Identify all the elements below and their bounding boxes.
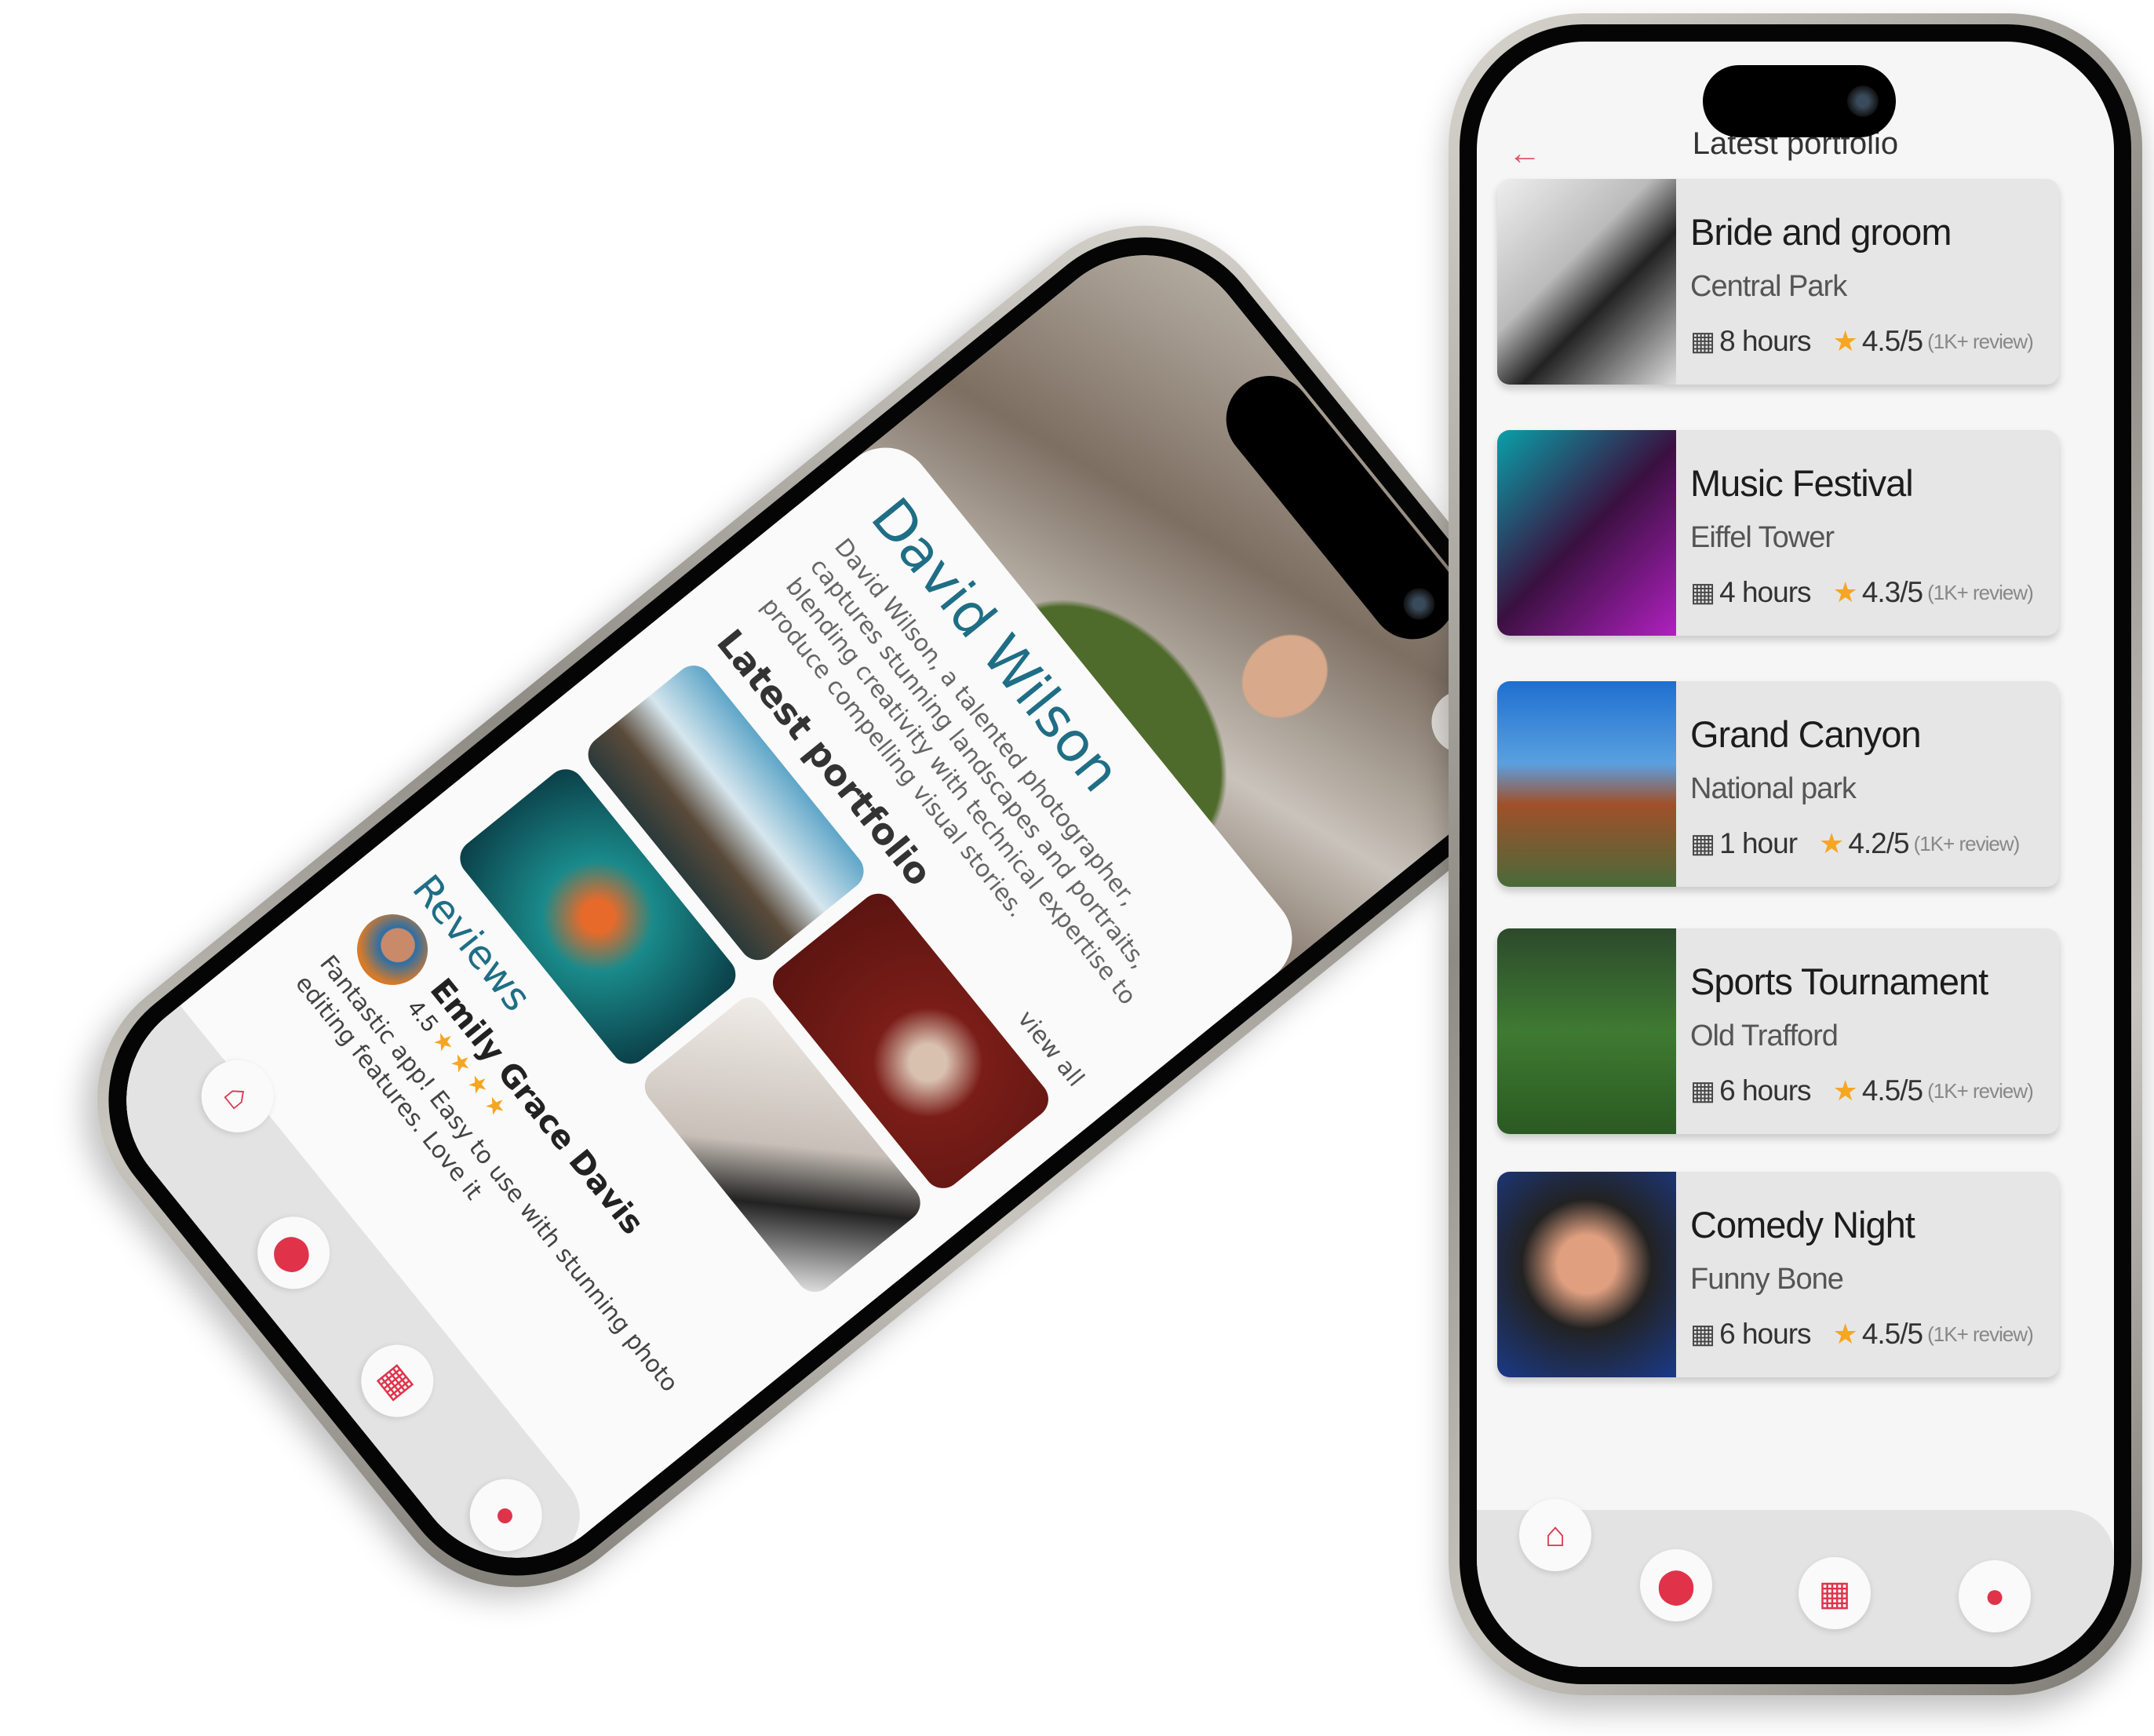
card-title: Grand Canyon — [1690, 713, 1922, 755]
card-rating: 4.5/5 — [1861, 1074, 1923, 1107]
card-title: Music Festival — [1690, 462, 1914, 504]
calendar-icon: ▦ — [1690, 578, 1715, 607]
portfolio-card[interactable]: Comedy Night Funny Bone ▦ 6 hours ★ 4.5/5 (1… — [1497, 1172, 2059, 1377]
card-reviews: (1K+ review) — [1913, 831, 2021, 855]
card-rating: 4.2/5 — [1848, 827, 1909, 859]
calendar-icon[interactable]: ▦ — [346, 1329, 448, 1432]
portfolio-card[interactable]: Sports Tournament Old Trafford ▦ 6 hours ★… — [1497, 928, 2059, 1134]
calendar-icon: ▦ — [1690, 1076, 1715, 1106]
card-duration: 6 hours — [1719, 1074, 1811, 1107]
star-icon: ★ — [1832, 1318, 1858, 1350]
profile-screen: ↖ David Wilson David Wilson, a talented … — [82, 211, 1580, 1602]
portfolio-thumbnail — [1497, 1172, 1676, 1377]
portfolio-thumbnail — [1497, 430, 1676, 636]
calendar-icon: ▦ — [1690, 1319, 1715, 1349]
card-rating: 4.5/5 — [1861, 1318, 1923, 1350]
left-phone: ↖ David Wilson David Wilson, a talented … — [42, 171, 1620, 1642]
portfolio-screen: ← Latest portfolio Bride and groom Centr… — [1477, 42, 2114, 1667]
calendar-icon: ▦ — [1690, 829, 1715, 859]
card-location: Eiffel Tower — [1690, 521, 1835, 554]
calendar-icon: ▦ — [1690, 326, 1715, 356]
card-reviews: (1K+ review) — [1927, 1322, 2034, 1346]
dynamic-island — [1703, 65, 1896, 137]
card-title: Bride and groom — [1690, 211, 1952, 253]
user-icon[interactable]: ● — [1959, 1560, 2031, 1632]
card-meta: ▦ 1 hour ★ 4.2/5 (1K+ review) — [1690, 827, 2021, 860]
card-title: Sports Tournament — [1690, 961, 1988, 1002]
portfolio-card[interactable]: Grand Canyon National park ▦ 1 hour ★ 4.2/5… — [1497, 681, 2059, 887]
calendar-icon[interactable]: ▦ — [1799, 1557, 1871, 1629]
card-location: Old Trafford — [1690, 1019, 1839, 1052]
card-duration: 4 hours — [1719, 576, 1811, 608]
card-rating: 4.3/5 — [1861, 576, 1923, 608]
card-reviews: (1K+ review) — [1927, 329, 2034, 353]
portfolio-thumbnail — [1497, 928, 1676, 1134]
portfolio-card[interactable]: Music Festival Eiffel Tower ▦ 4 hours ★ 4.3… — [1497, 430, 2059, 636]
star-icon: ★ — [1832, 576, 1858, 608]
card-meta: ▦ 6 hours ★ 4.5/5 (1K+ review) — [1690, 1074, 2034, 1107]
card-duration: 8 hours — [1719, 325, 1811, 357]
bottom-nav: ⌂ ⬤ ▦ ● — [1477, 1499, 2114, 1667]
phone-bezel: ↖ David Wilson David Wilson, a talented … — [58, 187, 1604, 1626]
camera — [1847, 86, 1879, 117]
card-location: Funny Bone — [1690, 1263, 1844, 1296]
star-icon: ★ — [1832, 1074, 1858, 1107]
card-title: Comedy Night — [1690, 1204, 1915, 1245]
card-rating: 4.5/5 — [1861, 325, 1923, 357]
star-icon: ★ — [1832, 325, 1858, 357]
location-pin-icon[interactable]: ⬤ — [242, 1202, 344, 1304]
card-meta: ▦ 4 hours ★ 4.3/5 (1K+ review) — [1690, 576, 2034, 609]
card-duration: 6 hours — [1719, 1318, 1811, 1350]
card-reviews: (1K+ review) — [1927, 1078, 2034, 1103]
card-location: Central Park — [1690, 270, 1847, 303]
card-meta: ▦ 6 hours ★ 4.5/5 (1K+ review) — [1690, 1318, 2034, 1351]
portfolio-thumbnail — [1497, 681, 1676, 887]
card-duration: 1 hour — [1719, 827, 1798, 859]
portfolio-thumbnail — [1497, 179, 1676, 385]
home-icon[interactable]: ⌂ — [1519, 1499, 1591, 1571]
card-reviews: (1K+ review) — [1927, 580, 2034, 604]
user-icon[interactable]: ● — [455, 1464, 557, 1566]
phone-bezel: ← Latest portfolio Bride and groom Centr… — [1460, 24, 2131, 1684]
portfolio-card[interactable]: Bride and groom Central Park ▦ 8 hours ★ 4.… — [1497, 179, 2059, 385]
location-pin-icon[interactable]: ⬤ — [1640, 1549, 1712, 1621]
star-icon: ★ — [1819, 827, 1844, 859]
right-phone: ← Latest portfolio Bride and groom Centr… — [1449, 13, 2142, 1695]
camera — [1397, 582, 1441, 626]
card-location: National park — [1690, 772, 1857, 805]
card-meta: ▦ 8 hours ★ 4.5/5 (1K+ review) — [1690, 325, 2034, 358]
